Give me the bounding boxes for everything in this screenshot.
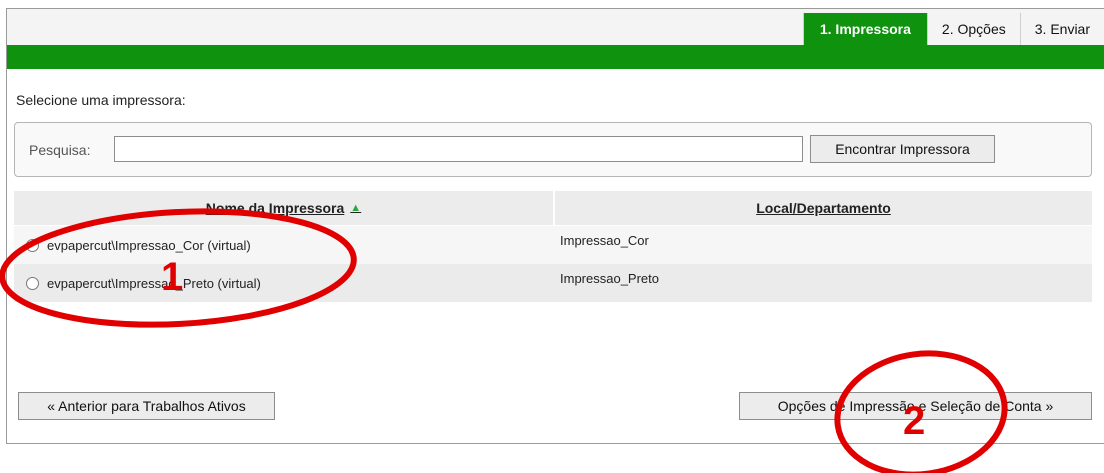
search-label: Pesquisa: [29, 142, 91, 158]
top-bar: 1. Impressora 2. Opções 3. Enviar [7, 9, 1104, 45]
wizard-steps: 1. Impressora 2. Opções 3. Enviar [802, 13, 1104, 45]
column-header-printer-name[interactable]: Nome da Impressora ▲ [14, 191, 555, 225]
tab-enviar[interactable]: 3. Enviar [1019, 13, 1104, 45]
column-header-label: Local/Departamento [756, 200, 891, 216]
column-header-label: Nome da Impressora [205, 200, 345, 216]
tab-impressora[interactable]: 1. Impressora [802, 13, 927, 45]
printer-radio[interactable] [26, 276, 39, 290]
printer-location: Impressao_Preto [560, 271, 659, 286]
select-printer-prompt: Selecione uma impressora: [16, 92, 186, 108]
printer-location: Impressao_Cor [560, 233, 649, 248]
printer-name-cell: evpapercut\Impressao_Preto (virtual) [14, 264, 554, 302]
printer-name-cell: evpapercut\Impressao_Cor (virtual) [14, 226, 554, 264]
search-panel: Pesquisa: Encontrar Impressora [14, 122, 1092, 177]
sort-ascending-icon: ▲ [350, 202, 362, 214]
header-green-bar [7, 45, 1104, 69]
printer-radio[interactable] [26, 238, 39, 252]
search-input[interactable] [114, 136, 803, 162]
find-printer-button[interactable]: Encontrar Impressora [810, 135, 995, 163]
column-header-location[interactable]: Local/Departamento [555, 191, 1092, 225]
table-row[interactable]: evpapercut\Impressao_Cor (virtual) Impre… [14, 226, 1092, 264]
tab-opcoes[interactable]: 2. Opções [926, 13, 1020, 45]
table-header: Nome da Impressora ▲ Local/Departamento [14, 191, 1092, 226]
printer-name: evpapercut\Impressao_Preto (virtual) [47, 275, 261, 291]
print-options-next-button[interactable]: Opções de Impressão e Seleção de Conta » [739, 392, 1092, 420]
printer-name: evpapercut\Impressao_Cor (virtual) [47, 237, 251, 253]
table-row[interactable]: evpapercut\Impressao_Preto (virtual) Imp… [14, 264, 1092, 302]
printer-table: Nome da Impressora ▲ Local/Departamento … [14, 191, 1092, 302]
back-to-active-jobs-button[interactable]: « Anterior para Trabalhos Ativos [18, 392, 275, 420]
